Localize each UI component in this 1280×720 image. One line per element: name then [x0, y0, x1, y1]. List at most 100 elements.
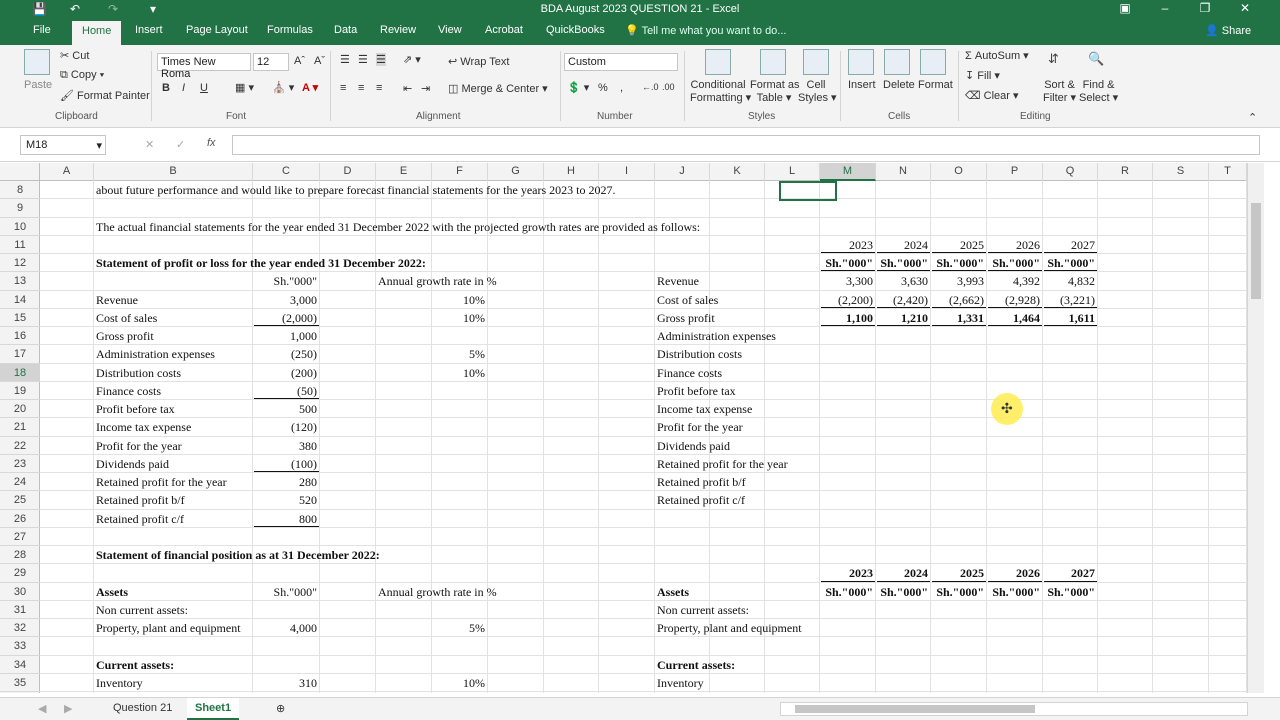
row-header-13[interactable]: 13 — [0, 272, 40, 291]
copy-button[interactable]: ⧉ Copy ▾ — [60, 69, 104, 82]
tab-data[interactable]: Data — [334, 24, 357, 36]
column-header-n[interactable]: N — [876, 163, 931, 181]
insert-function-button[interactable]: fx — [207, 137, 216, 149]
cancel-icon[interactable]: ✕ — [145, 138, 154, 151]
row-header-15[interactable]: 15 — [0, 309, 40, 327]
cut-button[interactable]: ✂ Cut — [60, 49, 89, 62]
column-header-a[interactable]: A — [40, 163, 94, 181]
row-header-29[interactable]: 29 — [0, 564, 40, 583]
row-header-34[interactable]: 34 — [0, 656, 40, 674]
horizontal-scrollbar[interactable] — [780, 702, 1248, 716]
row-header-28[interactable]: 28 — [0, 546, 40, 565]
tab-view[interactable]: View — [438, 24, 462, 36]
font-name-select[interactable]: Times New Roma — [157, 53, 251, 80]
row-header-17[interactable]: 17 — [0, 345, 40, 364]
format-as-table-button[interactable]: Format as Table ▾ — [750, 79, 800, 105]
accounting-format-icon[interactable]: 💲 ▾ — [567, 81, 589, 94]
column-header-h[interactable]: H — [544, 163, 599, 181]
horizontal-scroll-thumb[interactable] — [795, 705, 1035, 713]
scroll-sheets-right-icon[interactable]: ▶ — [56, 698, 80, 720]
column-header-d[interactable]: D — [320, 163, 376, 181]
row-header-19[interactable]: 19 — [0, 382, 40, 400]
align-left-icon[interactable]: ≡ — [340, 82, 346, 94]
column-header-j[interactable]: J — [655, 163, 710, 181]
grow-font-icon[interactable]: Aˆ — [294, 55, 305, 67]
italic-button[interactable]: I — [182, 82, 185, 94]
align-right-icon[interactable]: ≡ — [376, 82, 382, 94]
scroll-sheets-left-icon[interactable]: ◀ — [30, 698, 54, 720]
row-header-18[interactable]: 18 — [0, 363, 40, 382]
active-cell[interactable] — [779, 181, 837, 201]
tell-me-search[interactable]: 💡 Tell me what you want to do... — [625, 24, 786, 37]
tab-insert[interactable]: Insert — [135, 24, 163, 36]
fill-color-icon[interactable]: ⛪ ▾ — [272, 81, 294, 94]
format-cells-button[interactable]: Format — [918, 79, 953, 91]
column-header-f[interactable]: F — [432, 163, 488, 181]
worksheet-grid[interactable]: about future performance and would like … — [40, 181, 1247, 693]
column-header-o[interactable]: O — [931, 163, 987, 181]
close-icon[interactable]: ✕ — [1230, 0, 1260, 18]
minimize-icon[interactable]: – — [1150, 0, 1180, 18]
row-header-14[interactable]: 14 — [0, 291, 40, 309]
row-header-10[interactable]: 10 — [0, 218, 40, 236]
row-header-31[interactable]: 31 — [0, 601, 40, 619]
merge-center-button[interactable]: ◫ Merge & Center ▾ — [448, 82, 548, 95]
paste-icon[interactable] — [24, 49, 50, 75]
restore-icon[interactable]: ❐ — [1190, 0, 1220, 18]
font-color-icon[interactable]: A ▾ — [302, 81, 318, 94]
paste-button[interactable]: Paste — [24, 79, 52, 91]
wrap-text-button[interactable]: ↩ Wrap Text — [448, 55, 509, 68]
increase-indent-icon[interactable]: ⇥ — [421, 82, 430, 95]
column-header-l[interactable]: L — [765, 163, 820, 181]
insert-cells-button[interactable]: Insert — [848, 79, 876, 91]
row-header-12[interactable]: 12 — [0, 254, 40, 273]
row-header-26[interactable]: 26 — [0, 510, 40, 528]
tab-formulas[interactable]: Formulas — [267, 24, 313, 36]
row-header-20[interactable]: 20 — [0, 400, 40, 419]
collapse-ribbon-icon[interactable]: ⌃ — [1248, 111, 1257, 124]
column-header-t[interactable]: T — [1209, 163, 1247, 181]
increase-decimal-icon[interactable]: ←.0 — [642, 82, 659, 92]
row-header-24[interactable]: 24 — [0, 473, 40, 492]
tab-home[interactable]: Home — [72, 21, 122, 45]
column-header-c[interactable]: C — [253, 163, 320, 181]
shrink-font-icon[interactable]: Aˇ — [314, 55, 325, 67]
column-header-e[interactable]: E — [376, 163, 432, 181]
row-header-16[interactable]: 16 — [0, 327, 40, 346]
bold-button[interactable]: B — [162, 82, 170, 94]
formula-input[interactable] — [232, 135, 1260, 155]
column-header-i[interactable]: I — [599, 163, 655, 181]
row-header-35[interactable]: 35 — [0, 674, 40, 692]
row-header-21[interactable]: 21 — [0, 418, 40, 437]
column-header-p[interactable]: P — [987, 163, 1043, 181]
percent-button[interactable]: % — [598, 82, 608, 94]
column-header-q[interactable]: Q — [1043, 163, 1098, 181]
row-header-30[interactable]: 30 — [0, 583, 40, 601]
row-header-32[interactable]: 32 — [0, 619, 40, 638]
row-header-22[interactable]: 22 — [0, 437, 40, 455]
row-header-25[interactable]: 25 — [0, 491, 40, 510]
borders-icon[interactable]: ▦ ▾ — [235, 81, 254, 94]
comma-button[interactable]: , — [620, 82, 623, 94]
number-format-select[interactable]: Custom — [564, 53, 678, 71]
sheet-tab-sheet1[interactable]: Sheet1 — [187, 698, 240, 720]
share-button[interactable]: 👤 Share — [1205, 24, 1251, 37]
decrease-indent-icon[interactable]: ⇤ — [403, 82, 412, 95]
sort-filter-button[interactable]: Sort & Filter ▾ — [1043, 79, 1076, 105]
orientation-icon[interactable]: ⇗ ▾ — [403, 53, 421, 66]
clear-button[interactable]: ⌫ Clear ▾ — [965, 89, 1019, 102]
delete-cells-button[interactable]: Delete — [883, 79, 915, 91]
align-middle-icon[interactable]: ☰ — [358, 53, 368, 66]
row-header-9[interactable]: 9 — [0, 199, 40, 218]
column-header-b[interactable]: B — [94, 163, 253, 181]
column-header-m[interactable]: M — [820, 163, 876, 181]
tab-file[interactable]: File — [33, 24, 51, 36]
row-header-23[interactable]: 23 — [0, 455, 40, 473]
align-center-icon[interactable]: ≡ — [358, 82, 364, 94]
autosum-button[interactable]: Σ AutoSum ▾ — [965, 49, 1029, 62]
column-header-g[interactable]: G — [488, 163, 544, 181]
tab-page-layout[interactable]: Page Layout — [186, 24, 248, 36]
row-header-33[interactable]: 33 — [0, 637, 40, 656]
row-header-11[interactable]: 11 — [0, 236, 40, 254]
fill-button[interactable]: ↧ Fill ▾ — [965, 69, 1000, 82]
